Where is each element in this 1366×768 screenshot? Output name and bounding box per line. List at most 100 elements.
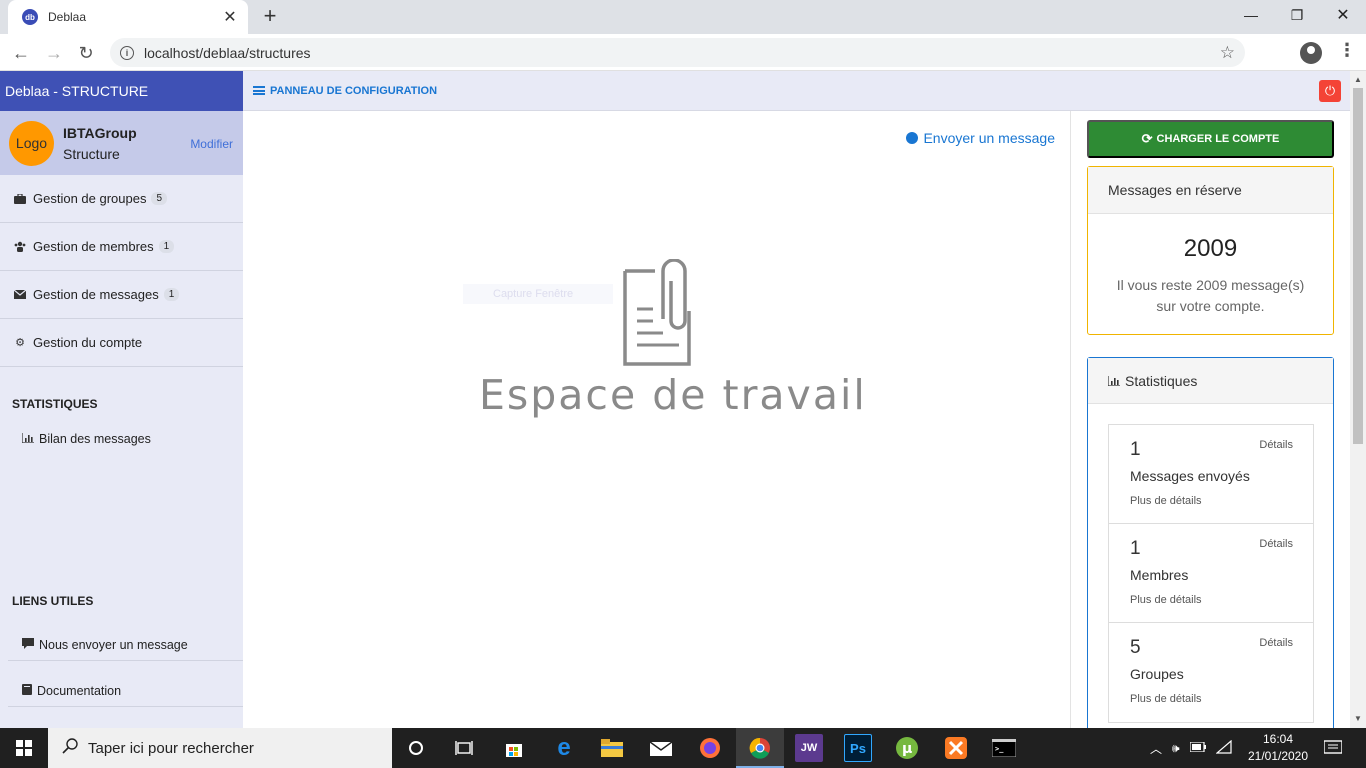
volume-icon[interactable]: 🕪 [1172,741,1180,756]
users-icon [14,241,26,252]
modify-link[interactable]: Modifier [190,137,233,151]
stat-list: 1 Messages envoyés Plus de détails Détai… [1108,424,1314,723]
structure-profile: Logo IBTAGroup Structure Modifier [0,111,243,175]
contact-link[interactable]: Nous envoyer un message [8,629,244,661]
scroll-thumb[interactable] [1353,88,1363,444]
stats-section-heading: STATISTIQUES [12,397,98,411]
chrome-icon[interactable] [746,734,774,762]
back-button[interactable]: ← [8,40,34,66]
charge-account-button[interactable]: ⟳ CHARGER LE COMPTE [1087,120,1334,158]
scroll-up-arrow-icon[interactable]: ▲ [1354,75,1362,84]
details-link[interactable]: Détails [1259,637,1293,649]
more-details-link[interactable]: Plus de détails [1130,594,1202,606]
stat-item-members: 1 Membres Plus de détails Détails [1109,524,1313,623]
windows-taskbar: Taper ici pour rechercher e JW Ps µ >_ ︿… [0,728,1366,768]
logout-power-icon[interactable]: ⏻ [1319,80,1341,102]
file-explorer-icon[interactable] [598,734,626,762]
send-message-label: Envoyer un message [923,130,1055,146]
stats-card-header: Statistiques [1088,358,1333,404]
org-type: Structure [63,145,120,162]
comment-icon [22,637,34,652]
search-icon [62,738,78,758]
sidebar-item-label: Gestion de messages [33,287,159,302]
battery-icon[interactable] [1188,741,1206,755]
document-paperclip-icon [623,259,691,366]
new-tab-button[interactable]: + [258,5,282,29]
minimize-button[interactable]: — [1228,0,1274,30]
documentation-link-label: Documentation [37,683,122,698]
jw-icon[interactable]: JW [795,734,823,762]
tab-close-icon[interactable]: ✕ [222,7,238,27]
stat-label: Messages envoyés [1130,468,1250,484]
messenger-icon [906,132,919,144]
stats-link-label: Bilan des messages [39,432,151,446]
refresh-icon: ⟳ [1141,131,1153,146]
browser-menu-icon[interactable]: ⋮ [1338,40,1356,61]
count-badge: 5 [151,192,168,205]
reserve-card-title: Messages en réserve [1088,167,1333,214]
firefox-icon[interactable] [696,734,724,762]
chevron-up-icon[interactable]: ︿ [1150,740,1162,757]
restore-button[interactable]: ❐ [1274,0,1320,30]
url-text[interactable]: localhost/deblaa/structures [144,45,1220,61]
scroll-down-arrow-icon[interactable]: ▼ [1354,714,1362,723]
brand-title[interactable]: Deblaa - STRUCTURE [0,71,243,111]
sidebar-item-messages[interactable]: Gestion de messages 1 [0,271,243,319]
documentation-link[interactable]: Documentation [8,675,244,707]
more-details-link[interactable]: Plus de détails [1130,693,1202,705]
taskbar-search[interactable]: Taper ici pour rechercher [48,728,392,768]
address-bar[interactable]: i localhost/deblaa/structures ☆ [110,38,1245,67]
browser-tab[interactable]: db Deblaa ✕ [8,0,248,34]
site-info-icon[interactable]: i [120,45,134,60]
right-column: ⟳ CHARGER LE COMPTE Messages en réserve … [1071,111,1350,737]
book-icon [22,683,32,698]
faded-tooltip: Capture Fenêtre [463,284,613,304]
menu-toggle-icon[interactable] [253,86,265,95]
reserve-text: Il vous reste 2009 message(s) sur votre … [1116,277,1305,314]
reload-button[interactable]: ↻ [73,40,99,66]
details-link[interactable]: Détails [1259,538,1293,550]
taskbar-clock[interactable]: 16:04 21/01/2020 [1240,731,1316,765]
notifications-icon[interactable] [1324,728,1342,768]
bar-chart-icon [1107,373,1120,389]
start-button[interactable] [0,728,48,768]
svg-text:µ: µ [902,741,912,757]
windows-logo-icon [16,740,32,756]
utorrent-icon[interactable]: µ [893,734,921,762]
more-details-link[interactable]: Plus de détails [1130,495,1202,507]
details-link[interactable]: Détails [1259,439,1293,451]
stats-card-title: Statistiques [1125,372,1198,389]
cortana-icon[interactable] [402,734,430,762]
briefcase-icon [14,193,26,204]
sidebar-item-members[interactable]: Gestion de membres 1 [0,223,243,271]
bookmark-star-icon[interactable]: ☆ [1220,43,1235,63]
edge-icon[interactable]: e [550,734,578,762]
photoshop-icon[interactable]: Ps [844,734,872,762]
network-icon[interactable] [1214,739,1232,757]
terminal-icon[interactable]: >_ [990,734,1018,762]
task-view-icon[interactable] [450,734,478,762]
send-message-link[interactable]: Envoyer un message [906,130,1055,146]
xampp-icon[interactable] [942,734,970,762]
sidebar-item-groups[interactable]: Gestion de groupes 5 [0,175,243,223]
sidebar-item-account[interactable]: ⚙ Gestion du compte [0,319,243,367]
taskbar-search-placeholder: Taper ici pour rechercher [88,739,254,757]
useful-links-heading: LIENS UTILES [12,594,94,608]
svg-text:>_: >_ [995,745,1004,753]
deblaa-favicon-icon: db [22,9,38,25]
panel-title[interactable]: PANNEAU DE CONFIGURATION [270,85,437,97]
profile-avatar-icon[interactable] [1300,42,1322,64]
stat-value: 5 [1130,637,1141,658]
stat-label: Groupes [1130,666,1184,682]
top-bar: PANNEAU DE CONFIGURATION ⏻ [243,71,1350,111]
forward-button[interactable]: → [41,40,67,66]
close-window-button[interactable]: ✕ [1320,0,1366,30]
reserve-card: Messages en réserve 2009 Il vous reste 2… [1087,166,1334,335]
sidebar-item-label: Gestion de groupes [33,191,147,206]
stats-link[interactable]: Bilan des messages [0,432,243,446]
contact-link-label: Nous envoyer un message [39,637,188,652]
store-icon[interactable] [500,734,528,762]
sidebar: Deblaa - STRUCTURE Logo IBTAGroup Struct… [0,71,244,728]
mail-icon[interactable] [647,734,675,762]
page-scrollbar[interactable]: ▲ ▼ [1350,71,1366,728]
